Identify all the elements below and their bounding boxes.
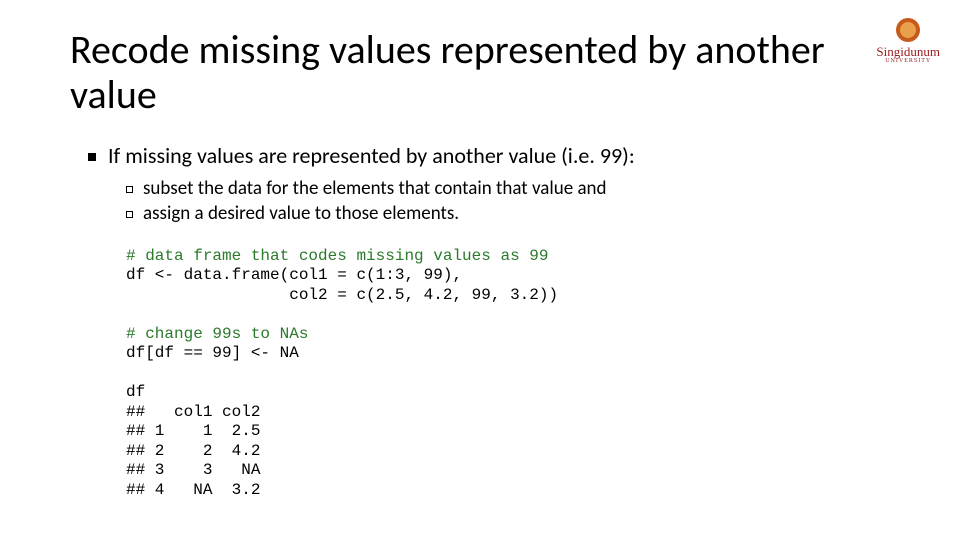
code-line: col2 = c(2.5, 4.2, 99, 3.2)) bbox=[126, 286, 558, 304]
code-line: ## 3 3 NA bbox=[126, 461, 260, 479]
square-outline-bullet-icon bbox=[126, 211, 133, 218]
code-line: df <- data.frame(col1 = c(1:3, 99), bbox=[126, 266, 462, 284]
university-logo: Singidunum UNIVERSITY bbox=[876, 18, 940, 64]
code-comment: # change 99s to NAs bbox=[126, 325, 308, 343]
logo-subtitle: UNIVERSITY bbox=[876, 58, 940, 64]
code-line: ## 2 2 4.2 bbox=[126, 442, 260, 460]
bullet-level2: subset the data for the elements that co… bbox=[126, 177, 890, 200]
code-line: ## 1 1 2.5 bbox=[126, 422, 260, 440]
slide-title: Recode missing values represented by ano… bbox=[70, 28, 890, 118]
slide: Singidunum UNIVERSITY Recode missing val… bbox=[0, 0, 960, 540]
square-bullet-icon bbox=[88, 153, 96, 161]
bullet-text: If missing values are represented by ano… bbox=[108, 142, 635, 169]
logo-seal-icon bbox=[896, 18, 920, 42]
bullet-level2: assign a desired value to those elements… bbox=[126, 202, 890, 225]
code-line: df[df == 99] <- NA bbox=[126, 344, 299, 362]
bullet-level1: If missing values are represented by ano… bbox=[88, 142, 890, 169]
code-line: ## 4 NA 3.2 bbox=[126, 481, 260, 499]
code-block: # data frame that codes missing values a… bbox=[126, 247, 890, 501]
code-line: df bbox=[126, 383, 145, 401]
square-outline-bullet-icon bbox=[126, 186, 133, 193]
code-comment: # data frame that codes missing values a… bbox=[126, 247, 548, 265]
bullet-text: subset the data for the elements that co… bbox=[143, 177, 607, 200]
bullet-text: assign a desired value to those elements… bbox=[143, 202, 459, 225]
code-line: ## col1 col2 bbox=[126, 403, 260, 421]
